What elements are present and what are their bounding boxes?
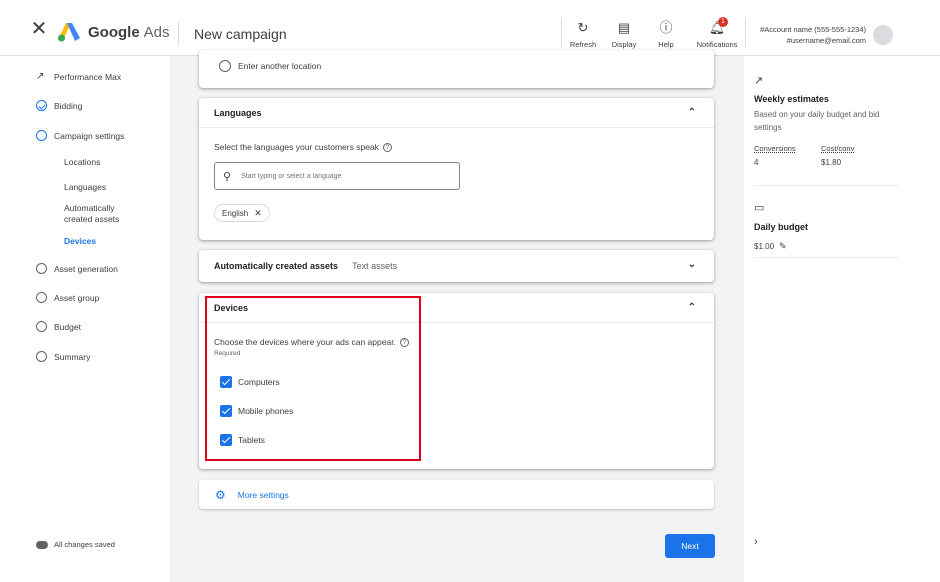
step-circle-icon (36, 263, 47, 274)
google-ads-logo (58, 23, 80, 42)
step-circle-icon (36, 321, 47, 332)
sidebar-item-asset-group[interactable]: Asset group (36, 292, 99, 303)
sidebar-item-label: Asset generation (54, 263, 118, 274)
current-step-icon (36, 130, 47, 141)
sidebar-item-label: Performance Max (54, 71, 122, 82)
sidebar-subitem-devices[interactable]: Devices (64, 236, 96, 247)
radio-button[interactable] (219, 60, 231, 72)
auto-assets-card[interactable]: Automatically created assets Text assets… (199, 250, 714, 282)
search-icon: ⚲ (223, 170, 232, 183)
account-name: #Account name (555-555-1234) (760, 25, 866, 34)
sidebar-item-label: Bidding (54, 100, 83, 111)
close-icon[interactable]: ✕ (30, 19, 48, 39)
help-icon[interactable]: ? (382, 142, 392, 152)
help-icon: ⓘ (659, 20, 673, 35)
chevron-up-icon[interactable]: ⌃ (688, 107, 696, 118)
sidebar-item-label: Budget (54, 321, 81, 332)
language-search-input[interactable] (241, 172, 442, 180)
cloud-check-icon (36, 540, 48, 549)
notifications-label: Notifications (696, 40, 738, 49)
auto-assets-title: Automatically created assets (214, 261, 339, 271)
divider (754, 257, 899, 258)
chevron-down-icon[interactable]: ⌄ (688, 259, 696, 270)
sidebar-subitem-locations[interactable]: Locations (64, 157, 100, 168)
divider (754, 185, 899, 186)
enter-location-option[interactable]: Enter another location (199, 50, 714, 72)
sidebar-item-label: Asset group (54, 292, 100, 303)
weekly-estimates-subtitle: Based on your daily budget and bid setti… (754, 110, 880, 132)
avatar[interactable] (873, 25, 893, 45)
app-header: ✕ Google Ads New campaign ↻ Refresh ▤ Dis… (0, 0, 940, 56)
brand-name: Google Ads (88, 24, 170, 41)
header-divider-3 (745, 18, 746, 48)
more-settings-button[interactable]: ⚙ More settings (199, 480, 714, 509)
daily-budget-title: Daily budget (754, 222, 809, 232)
sidebar-subitem-languages[interactable]: Languages (64, 182, 106, 193)
cost-conv-label[interactable]: Cost/conv (821, 144, 854, 153)
daily-budget-row: $1.00 ✎ (754, 241, 787, 252)
sidebar-item-asset-generation[interactable]: Asset generation (36, 263, 118, 274)
languages-card: Languages ⌃ Select the languages your cu… (199, 98, 714, 240)
page-title: New campaign (194, 26, 287, 42)
sidebar-subitem-auto-assets[interactable]: Automatically created assets (64, 203, 119, 225)
conversions-value: 4 (754, 158, 759, 167)
devices-highlight-box (205, 296, 421, 461)
save-status-text: All changes saved (54, 540, 115, 549)
chip-label: English (222, 208, 249, 218)
sidebar-item-budget[interactable]: Budget (36, 321, 81, 332)
auto-assets-value: Text assets (352, 261, 398, 271)
pencil-icon[interactable]: ✎ (779, 241, 787, 252)
cost-conv-value: $1.80 (821, 158, 842, 167)
trend-icon: ↗ (754, 75, 764, 87)
sidebar-item-label: Campaign settings (54, 130, 125, 141)
step-circle-icon (36, 292, 47, 303)
languages-question: Select the languages your customers spea… (214, 142, 714, 152)
help-button[interactable]: ⓘ Help (641, 20, 691, 49)
weekly-estimates-title: Weekly estimates (754, 94, 829, 104)
remove-icon[interactable]: ✕ (254, 208, 262, 219)
check-circle-icon (36, 100, 47, 111)
languages-question-text: Select the languages your customers spea… (214, 142, 379, 152)
credit-card-icon: ▭ (754, 202, 765, 214)
chevron-right-icon[interactable]: › (754, 536, 758, 548)
help-label: Help (658, 40, 674, 49)
brand-ads: Ads (143, 24, 170, 41)
notification-badge: 1 (718, 17, 728, 27)
estimates-panel: ↗ Weekly estimates Based on your daily b… (744, 56, 940, 582)
next-button[interactable]: Next (665, 534, 715, 558)
gear-icon: ⚙ (215, 487, 226, 502)
sidebar: ↗ Performance Max Bidding Campaign setti… (0, 56, 170, 582)
step-circle-icon (36, 351, 47, 362)
save-status: All changes saved (36, 540, 115, 549)
brand-google: Google (88, 24, 140, 41)
notifications-button[interactable]: 🔔︎ 1 Notifications (691, 17, 743, 49)
auto-assets-header[interactable]: Automatically created assets Text assets… (199, 250, 714, 282)
header-divider (178, 22, 179, 46)
language-chip-english[interactable]: English ✕ (214, 204, 270, 222)
sidebar-item-bidding[interactable]: Bidding (36, 100, 82, 111)
account-email: #username@email.com (786, 36, 866, 45)
more-settings-label: More settings (237, 489, 289, 500)
languages-header[interactable]: Languages ⌃ (199, 98, 714, 128)
sidebar-item-label: Summary (54, 351, 91, 362)
account-info[interactable]: #Account name (555-555-1234) #username@e… (760, 24, 866, 46)
enter-location-label: Enter another location (238, 61, 322, 71)
daily-budget-value: $1.00 (754, 242, 775, 251)
sidebar-item-campaign-settings[interactable]: Campaign settings (36, 130, 124, 141)
language-search-field[interactable]: ⚲ (214, 162, 460, 190)
chevron-up-icon[interactable]: ⌃ (688, 302, 696, 313)
trend-icon: ↗ (36, 71, 45, 82)
sidebar-item-performance-max[interactable]: ↗ Performance Max (36, 71, 121, 82)
locations-card: Enter another location (199, 50, 714, 88)
bell-icon: 🔔︎ 1 (691, 17, 743, 36)
languages-title: Languages (214, 107, 262, 118)
conversions-label[interactable]: Conversions (754, 144, 796, 153)
sidebar-item-summary[interactable]: Summary (36, 351, 90, 362)
